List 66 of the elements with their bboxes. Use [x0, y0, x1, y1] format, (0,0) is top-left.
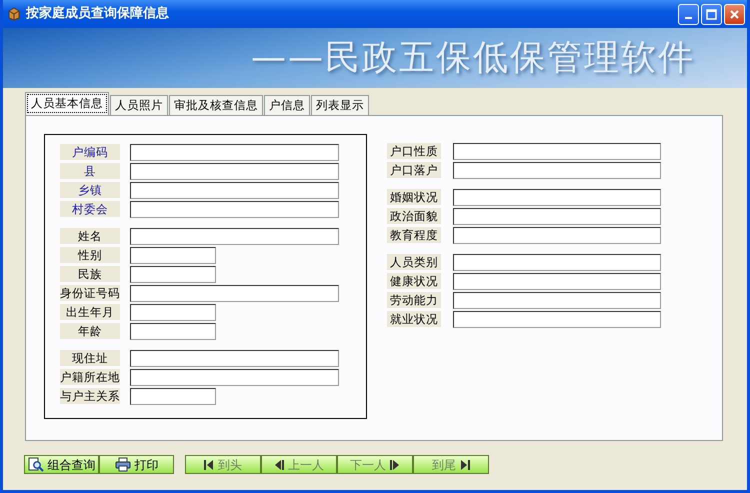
field-label: 身份证号码 — [60, 285, 120, 301]
field-link[interactable]: 村委会 — [60, 201, 120, 217]
field-label: 年龄 — [60, 323, 120, 339]
input-field[interactable] — [130, 368, 339, 386]
print-button[interactable]: 打印 — [99, 455, 174, 474]
field-link[interactable]: 乡镇 — [60, 182, 120, 198]
field-label: 政治面貌 — [387, 208, 441, 224]
maximize-button[interactable] — [701, 4, 722, 24]
window-title: 按家庭成员查询保障信息 — [26, 4, 169, 24]
app-icon — [7, 7, 21, 21]
input-field[interactable] — [130, 322, 216, 340]
input-field[interactable] — [453, 310, 661, 328]
input-field[interactable] — [130, 266, 216, 282]
input-field[interactable] — [453, 292, 661, 308]
tab[interactable]: 人员基本信息 — [25, 92, 109, 115]
input-field[interactable] — [453, 142, 661, 160]
step-forward-icon — [390, 458, 400, 470]
input-field[interactable] — [453, 254, 661, 270]
field-link[interactable]: 户编码 — [60, 144, 120, 160]
input-field[interactable] — [453, 226, 661, 244]
field-label: 劳动能力 — [387, 292, 441, 308]
field-label: 现住址 — [60, 350, 120, 366]
field-label: 性别 — [60, 247, 120, 263]
field-label: 户口落户 — [387, 162, 441, 178]
tab[interactable]: 人员照片 — [110, 94, 168, 115]
skip-start-icon — [204, 458, 214, 470]
field-label: 婚姻状况 — [387, 189, 441, 205]
field-label: 人员类别 — [387, 254, 441, 270]
close-button[interactable] — [724, 4, 745, 24]
minimize-button[interactable] — [678, 4, 699, 24]
tab[interactable]: 审批及核查信息 — [169, 94, 263, 115]
input-field[interactable] — [130, 228, 339, 244]
field-label: 教育程度 — [387, 227, 441, 243]
input-field[interactable] — [453, 188, 661, 206]
field-label: 姓名 — [60, 228, 120, 244]
field-label: 健康状况 — [387, 273, 441, 289]
step-back-icon — [274, 458, 284, 470]
input-field[interactable] — [130, 304, 216, 320]
input-field[interactable] — [130, 388, 216, 404]
input-field[interactable] — [453, 272, 661, 290]
input-field[interactable] — [130, 182, 339, 198]
input-field[interactable] — [130, 200, 339, 218]
input-field[interactable] — [453, 208, 661, 224]
query-button[interactable]: 组合查询 — [24, 455, 99, 474]
field-label: 出生年月 — [60, 304, 120, 320]
field-label: 户籍所在地 — [60, 369, 120, 385]
tab[interactable]: 户信息 — [264, 94, 310, 115]
field-label: 就业状况 — [387, 311, 441, 327]
skip-end-icon — [460, 458, 470, 470]
input-field[interactable] — [453, 162, 661, 178]
input-field[interactable] — [130, 162, 339, 180]
minimize-icon — [685, 16, 692, 18]
tab[interactable]: 列表显示 — [311, 94, 369, 115]
field-label: 与户主关系 — [60, 388, 120, 404]
close-icon — [729, 8, 740, 20]
field-link[interactable]: 县 — [60, 163, 120, 179]
field-label: 民族 — [60, 266, 120, 282]
banner-title: ——民政五保低保管理软件 — [251, 36, 695, 80]
input-field[interactable] — [130, 246, 216, 264]
input-field[interactable] — [130, 284, 339, 302]
field-label: 户口性质 — [387, 143, 441, 159]
input-field[interactable] — [130, 144, 339, 160]
input-field[interactable] — [130, 350, 339, 366]
maximize-icon — [706, 8, 717, 20]
printer-icon — [114, 457, 130, 472]
magnifier-document-icon — [28, 457, 44, 472]
